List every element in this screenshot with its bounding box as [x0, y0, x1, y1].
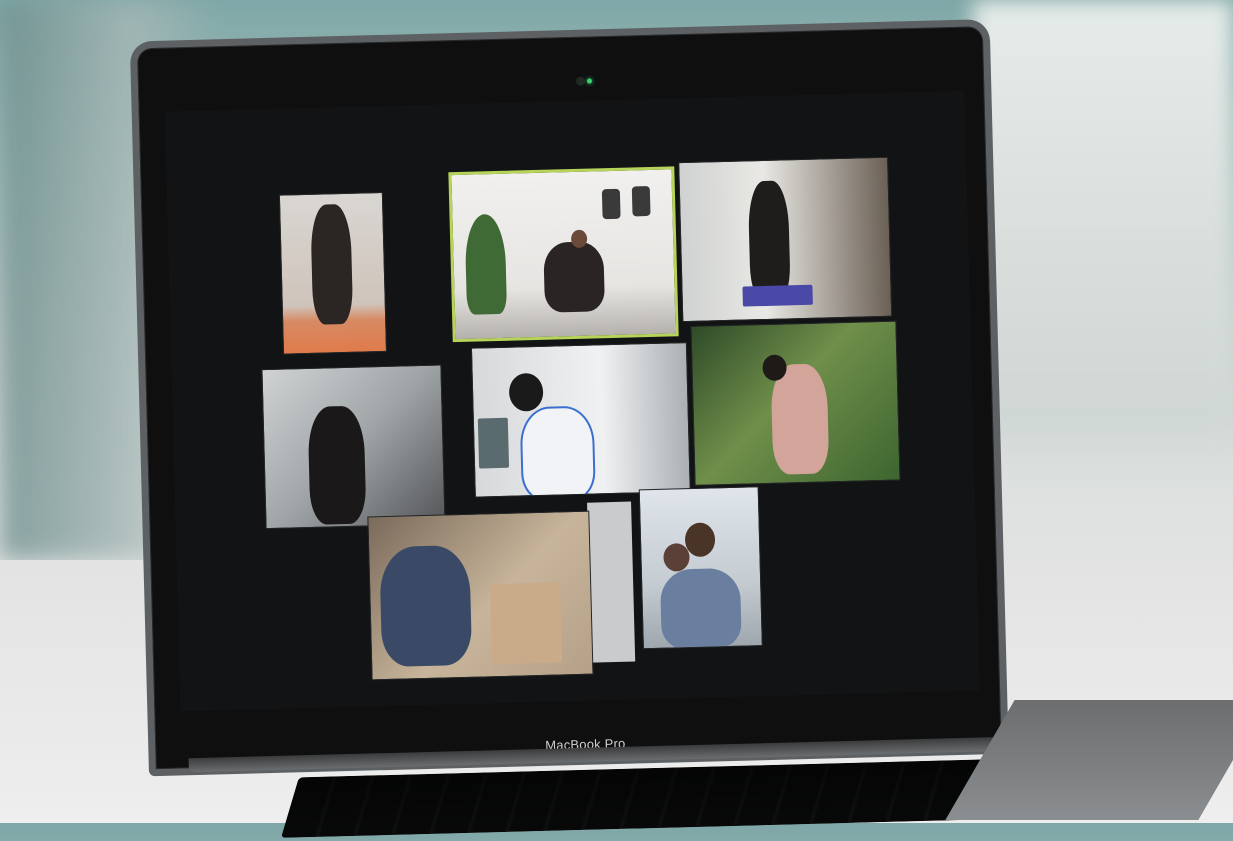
- plant: [464, 213, 508, 315]
- yoga-mat: [742, 284, 813, 307]
- participant-figure: [310, 203, 354, 325]
- participant-figure: [659, 567, 742, 650]
- participant-video-tile-active-speaker[interactable]: [448, 166, 679, 343]
- webcam: [575, 76, 586, 86]
- laptop-lid: MacBook Pro: [129, 19, 1009, 777]
- participant-figure: [543, 241, 606, 313]
- participant-video-tile[interactable]: [367, 510, 594, 681]
- participant-figure: [770, 363, 830, 475]
- participant-figure: [519, 405, 596, 498]
- participant-head: [663, 543, 690, 572]
- laptop-keyboard: [280, 758, 1019, 838]
- handwritten-sign: [490, 582, 563, 665]
- participant-head: [684, 522, 716, 558]
- video-call-screen: [164, 90, 981, 712]
- participant-figure: [307, 405, 367, 525]
- participant-figure: [379, 544, 473, 668]
- participant-video-tile[interactable]: [261, 364, 446, 530]
- laptop: MacBook Pro: [129, 19, 1020, 838]
- wall-decor: [631, 185, 651, 217]
- participant-head: [508, 372, 544, 412]
- participant-figure: [747, 180, 791, 302]
- participant-video-tile[interactable]: [678, 156, 893, 323]
- participant-video-tile[interactable]: [278, 191, 388, 355]
- video-divider: [587, 501, 636, 663]
- participant-video-tile[interactable]: [638, 486, 763, 650]
- participant-video-tile[interactable]: [690, 320, 901, 486]
- participant-video-tile[interactable]: [470, 342, 691, 498]
- background-window: [973, 0, 1233, 430]
- wall-picture: [477, 417, 510, 469]
- webcam-indicator-light: [586, 78, 593, 84]
- wall-decor: [601, 188, 621, 220]
